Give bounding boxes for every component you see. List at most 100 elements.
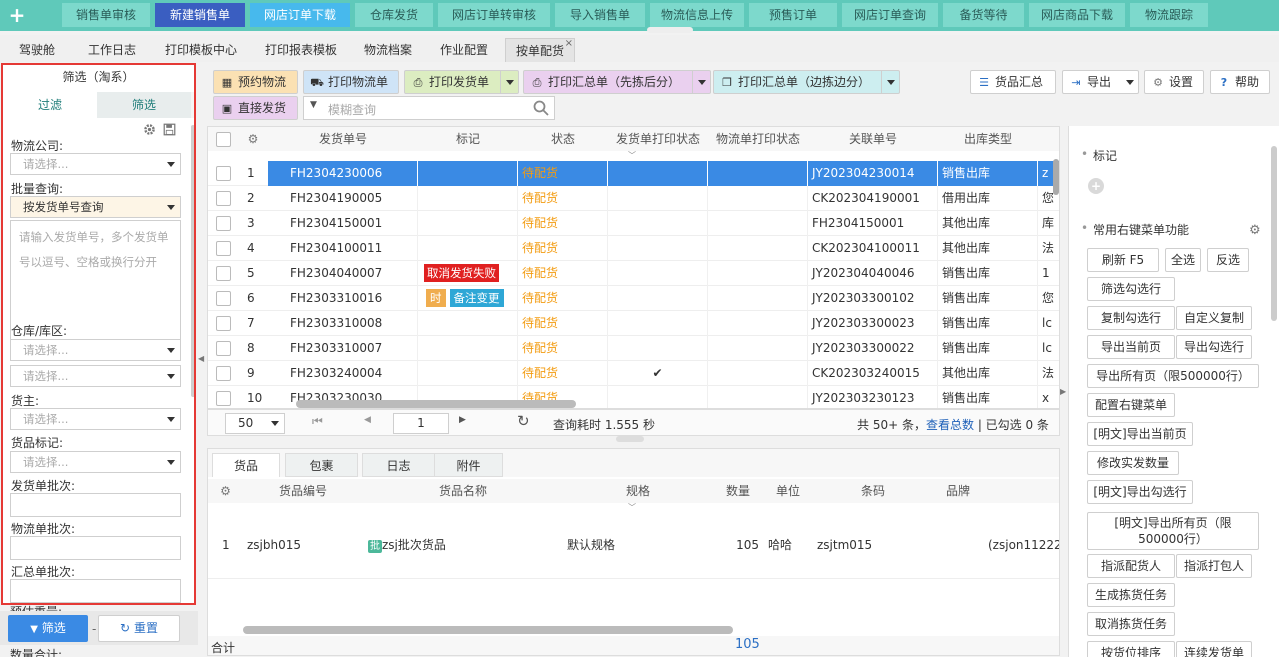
panel-collapse-arrow-icon[interactable]: ◀	[198, 345, 204, 373]
row-checkbox[interactable]	[215, 316, 231, 331]
table-row[interactable]: 1 FH2304230006 待配货 JY202304230014 销售出库 z	[208, 161, 1059, 186]
context-action-button[interactable]: 刷新 F5	[1087, 248, 1159, 272]
goods-summary-button[interactable]: ☰ 货品汇总	[970, 70, 1056, 94]
row-checkbox[interactable]	[215, 241, 231, 256]
nav-import-sales-order[interactable]: 导入销售单	[555, 3, 645, 27]
row-checkbox-cell[interactable]	[208, 311, 238, 336]
gear-icon[interactable]: ⚙	[1249, 223, 1261, 238]
header-checkbox-cell[interactable]	[208, 127, 238, 151]
tab-job-config[interactable]: 作业配置	[430, 38, 498, 62]
table-row[interactable]: 5 FH2304040007 取消发货失败 待配货 JY202304040046 销售出库…	[208, 261, 1059, 286]
export-dropdown[interactable]	[1121, 70, 1139, 94]
context-action-button[interactable]: 按货位排序	[1087, 641, 1175, 657]
chevron-down-icon[interactable]: ▼	[310, 100, 317, 110]
row-checkbox-cell[interactable]	[208, 361, 238, 386]
collapse-handle[interactable]	[647, 27, 693, 33]
table-row[interactable]: 6 FH2303310016 时备注变更 待配货 JY202303300102 销售出库您	[208, 286, 1059, 311]
detail-h-scrollbar[interactable]	[243, 626, 733, 634]
context-action-button[interactable]: 生成拣货任务	[1087, 583, 1175, 607]
tab-work-log[interactable]: 工作日志	[76, 38, 148, 62]
col-goods-code[interactable]: 货品编号	[243, 479, 363, 503]
gear-icon[interactable]	[143, 123, 156, 136]
logistics-company-select[interactable]: 请选择...	[10, 153, 181, 175]
right-panel-scrollbar[interactable]	[1271, 146, 1277, 321]
nav-logistics-tracking[interactable]: 物流跟踪	[1130, 3, 1208, 27]
direct-ship-button[interactable]: ▣ 直接发货	[213, 96, 298, 120]
search-icon[interactable]	[533, 100, 549, 116]
row-checkbox-cell[interactable]	[208, 386, 238, 408]
context-action-button[interactable]: [明文]导出勾选行	[1087, 480, 1193, 504]
nav-warehouse-shipping[interactable]: 仓库发货	[355, 3, 433, 27]
ship-batch-input[interactable]	[10, 493, 181, 517]
row-checkbox-cell[interactable]	[208, 211, 238, 236]
tab-screen[interactable]: 筛选	[97, 92, 191, 118]
nav-online-order-query[interactable]: 网店订单查询	[842, 3, 938, 27]
table-row[interactable]: 2 FH2304190005 待配货 CK202304190001 借用出库您	[208, 186, 1059, 211]
tab-logistics-archive[interactable]: 物流档案	[354, 38, 422, 62]
col-barcode[interactable]: 条码	[813, 479, 933, 503]
save-icon[interactable]	[163, 123, 176, 136]
nav-logistics-upload[interactable]: 物流信息上传	[650, 3, 744, 27]
row-checkbox-cell[interactable]	[208, 186, 238, 211]
gear-icon[interactable]: ⚙	[208, 479, 243, 503]
row-checkbox-cell[interactable]	[208, 336, 238, 361]
page-number-input[interactable]: 1	[393, 413, 449, 434]
table-row[interactable]: 4 FH2304100011 待配货 CK202304100011 其他出库法	[208, 236, 1059, 261]
table-row[interactable]: 8 FH2303310007 待配货 JY202303300022 销售出库 lc	[208, 336, 1059, 361]
col-outbound-type[interactable]: 出库类型	[938, 127, 1038, 151]
context-action-button[interactable]: 指派打包人	[1176, 554, 1252, 578]
summary-batch-input[interactable]	[10, 579, 181, 603]
export-button[interactable]: ⇥ 导出	[1062, 70, 1122, 94]
print-summary-a-dropdown[interactable]	[693, 70, 711, 94]
tab-cockpit[interactable]: 驾驶舱	[8, 38, 66, 62]
col-goods-name[interactable]: 货品名称	[363, 479, 563, 503]
col-spec[interactable]: 规格	[563, 479, 713, 503]
context-action-button[interactable]: [明文]导出当前页	[1087, 422, 1193, 446]
context-action-button[interactable]: 导出勾选行	[1176, 335, 1252, 359]
row-checkbox[interactable]	[215, 341, 231, 356]
print-logistics-button[interactable]: ⛟ 打印物流单	[303, 70, 399, 94]
tab-print-template-center[interactable]: 打印模板中心	[155, 38, 247, 62]
col-brand[interactable]: 品牌	[933, 479, 983, 503]
add-mark-icon[interactable]: +	[1088, 178, 1104, 194]
context-action-button[interactable]: 筛选勾选行	[1087, 277, 1175, 301]
row-checkbox[interactable]	[215, 291, 231, 306]
tab-print-report-template[interactable]: 打印报表模板	[255, 38, 347, 62]
filter-scrollbar[interactable]	[191, 125, 194, 397]
nav-sales-audit[interactable]: 销售单审核	[62, 3, 150, 27]
tab-goods[interactable]: 货品	[212, 453, 280, 477]
table-row[interactable]: 1 zsjbh015 批 zsj批次货品 默认规格 105 哈哈 zsjtm015…	[208, 513, 1059, 579]
context-action-button[interactable]: 连续发货单	[1176, 641, 1252, 657]
row-checkbox[interactable]	[215, 166, 231, 181]
refresh-icon[interactable]: ↻	[517, 412, 530, 430]
table-row[interactable]: 7 FH2303310008 待配货 JY202303300023 销售出库 lc	[208, 311, 1059, 336]
tab-attachment[interactable]: 附件	[434, 453, 503, 477]
right-panel-toggle-icon[interactable]: ▶	[1060, 380, 1068, 404]
nav-stock-waiting[interactable]: 备货等待	[943, 3, 1024, 27]
settings-button[interactable]: ⚙ 设置	[1144, 70, 1204, 94]
nav-new-sales-order[interactable]: 新建销售单	[155, 3, 245, 27]
print-summary-b-button[interactable]: ❐ 打印汇总单（边拣边分）	[713, 70, 882, 94]
context-action-button[interactable]: 导出当前页	[1087, 335, 1175, 359]
row-checkbox[interactable]	[215, 216, 231, 231]
nav-online-order-to-audit[interactable]: 网店订单转审核	[438, 3, 550, 27]
row-checkbox-cell[interactable]	[208, 236, 238, 261]
row-checkbox-cell[interactable]	[208, 286, 238, 311]
first-page-icon[interactable]: ⏮	[312, 414, 323, 429]
col-ship-no[interactable]: 发货单号	[268, 127, 418, 151]
goods-mark-select[interactable]: 请选择...	[10, 451, 181, 473]
context-action-button[interactable]: 反选	[1207, 248, 1249, 272]
area-select[interactable]: 请选择...	[10, 365, 181, 387]
tab-log[interactable]: 日志	[362, 453, 435, 477]
filter-button[interactable]: ▼ 筛选	[8, 615, 88, 642]
col-status[interactable]: 状态	[518, 127, 608, 151]
help-button[interactable]: ? 帮助	[1210, 70, 1270, 94]
add-icon[interactable]: +	[8, 3, 26, 27]
nav-online-order-download[interactable]: 网店订单下载	[250, 3, 350, 27]
context-action-button[interactable]: 修改实发数量	[1087, 451, 1179, 475]
close-icon[interactable]: ×	[565, 32, 573, 56]
context-action-button[interactable]: 自定义复制	[1176, 306, 1252, 330]
row-checkbox-cell[interactable]	[208, 161, 238, 186]
table-row[interactable]: 9 FH2303240004 待配货 ✔ CK202303240015 其他出库法	[208, 361, 1059, 386]
owner-select[interactable]: 请选择...	[10, 408, 181, 430]
